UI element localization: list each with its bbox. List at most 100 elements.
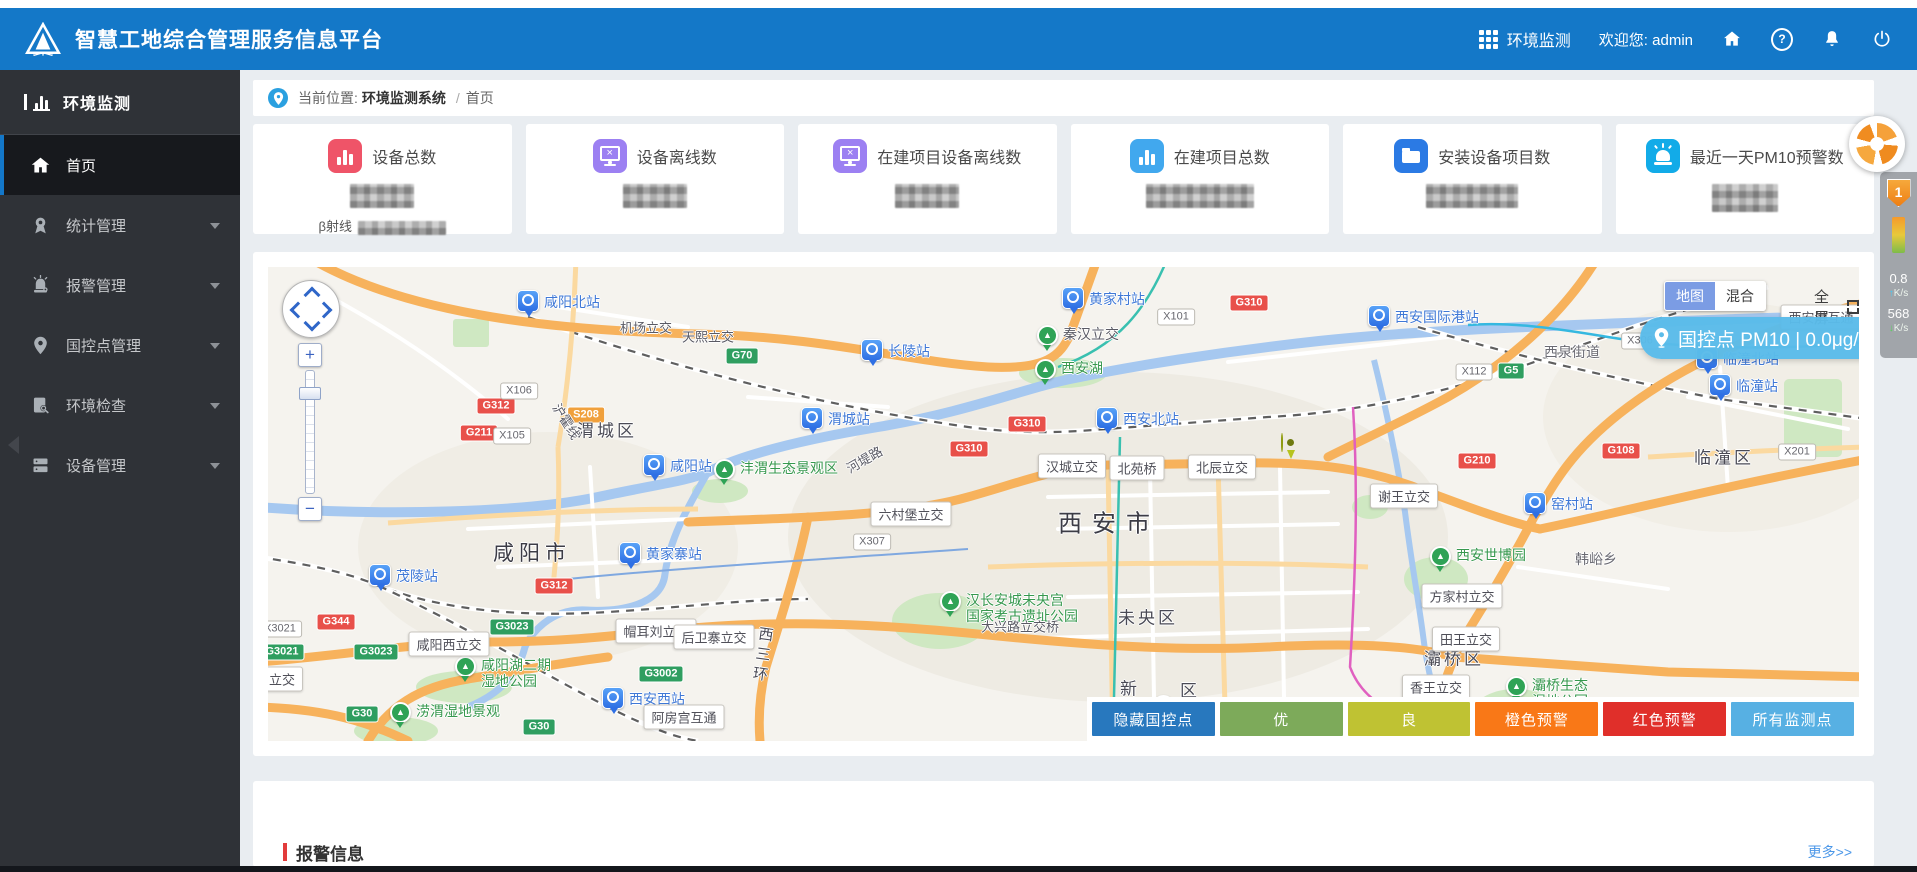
road-shield: G70 (725, 347, 759, 365)
location-pin-icon (268, 88, 288, 108)
map-label: 方家村立交 (1421, 583, 1503, 609)
rail-station-icon (369, 564, 391, 591)
national-control-pm10-tooltip[interactable]: 国控点 PM10 | 0.0μg/m3 (1640, 317, 1859, 359)
sidebar-item-alarm[interactable]: 报警管理 (0, 255, 240, 315)
sidebar-item-device[interactable]: 设备管理 (0, 435, 240, 495)
sidebar-item-home[interactable]: 首页 (0, 135, 240, 195)
excellent-button[interactable]: 优 (1219, 702, 1343, 736)
main-content: 当前位置: 环境监测系统 / 首页 设备总数 β射线 设备离线数 在建项目设备离线数 在… (240, 70, 1917, 866)
zoom-slider-handle[interactable] (299, 387, 321, 400)
shield-badge[interactable]: 1 (1886, 179, 1911, 207)
national-control-pm10-pin[interactable] (1281, 433, 1303, 464)
road-shield: X106 (500, 382, 538, 400)
rail-station-icon (1096, 407, 1118, 434)
folder-icon (1394, 139, 1429, 173)
pan-down-arrow-icon[interactable] (303, 314, 321, 332)
map-label: 后卫寨立交 (673, 624, 755, 650)
map-legend-buttons: 隐藏国控点优良橙色预警 红色预警 所有监测点 (1087, 697, 1859, 741)
station-marker[interactable]: 临潼站 (1709, 374, 1778, 401)
help-button[interactable]: ? (1771, 27, 1793, 51)
all-monitor-points-button[interactable]: 所有监测点 (1731, 702, 1854, 736)
park-pin-icon: ▲ (455, 656, 476, 682)
sidebar-item-env-inspection[interactable]: 环境检查 (0, 375, 240, 435)
doc-search-icon (30, 395, 51, 416)
place-label: 西安世博园 (1456, 547, 1526, 563)
pin-icon (30, 335, 51, 356)
place-marker[interactable]: ▲ 秦汉立交 (1037, 325, 1119, 351)
red-warning-button[interactable]: 红色预警 (1603, 702, 1727, 736)
more-link[interactable]: 更多>> (1808, 842, 1852, 862)
browser-extension-spiral-button[interactable] (1849, 116, 1905, 172)
logout-button[interactable] (1871, 28, 1893, 50)
map-type-map-button[interactable]: 地图 (1665, 282, 1715, 310)
road-shield: X105 (493, 427, 531, 445)
map-canvas[interactable]: 咸阳北站 黄家村站 西安国际港站 临潼北站 临潼站 长陵站 渭城站 西安北站 窑村站 咸阳站 黄家寨… (268, 267, 1859, 741)
map-label: 立交 (268, 666, 304, 692)
pan-left-arrow-icon[interactable] (289, 301, 307, 319)
place-marker[interactable]: ▲ 沣渭生态景观区 (714, 459, 838, 485)
zoom-in-button[interactable]: + (298, 343, 322, 367)
sidebar-item-statistics[interactable]: 统计管理 (0, 195, 240, 255)
orange-warning-button[interactable]: 橙色预警 (1475, 702, 1599, 736)
map-panel: 咸阳北站 黄家村站 西安国际港站 临潼北站 临潼站 长陵站 渭城站 西安北站 窑村站 咸阳站 黄家寨… (253, 252, 1874, 756)
station-marker[interactable]: 咸阳站 (643, 454, 712, 481)
station-marker[interactable]: 西安国际港站 (1368, 305, 1479, 332)
notifications-button[interactable] (1821, 28, 1843, 50)
rail-station-icon (1524, 492, 1546, 519)
alarm-section-title: 报警信息 (296, 844, 364, 864)
sidebar-item-national-control[interactable]: 国控点管理 (0, 315, 240, 375)
zoom-slider-track[interactable] (299, 370, 321, 494)
breadcrumb-system[interactable]: 环境监测系统 (362, 88, 446, 108)
park-pin-icon: ▲ (940, 591, 961, 617)
road-shield: G30 (345, 705, 379, 723)
place-label: 西安湖 (1061, 360, 1103, 376)
breadcrumb-current[interactable]: 首页 (466, 88, 494, 108)
station-label: 窑村站 (1551, 496, 1593, 512)
place-marker[interactable]: ▲ 西安世博园 (1430, 546, 1526, 572)
bar-chart-icon (33, 95, 51, 111)
map-label: 阿房宫互通 (643, 704, 725, 730)
home-button[interactable] (1721, 28, 1743, 50)
app-switcher[interactable]: 环境监测 (1478, 27, 1571, 51)
breadcrumb: 当前位置: 环境监测系统 / 首页 (253, 80, 1874, 116)
sidebar-collapse-handle[interactable] (8, 436, 19, 454)
monitor-x-icon (592, 139, 627, 173)
road-shield: G310 (949, 440, 989, 458)
place-marker[interactable]: ▲ 咸阳湖二期 湿地公园 (455, 656, 551, 689)
station-marker[interactable]: 黄家寨站 (619, 542, 702, 569)
chevron-down-icon (210, 403, 220, 409)
map-pan-control[interactable] (282, 280, 340, 338)
station-marker[interactable]: 长陵站 (861, 339, 930, 366)
masked-value (1426, 184, 1519, 208)
zoom-out-button[interactable]: − (298, 497, 322, 521)
pan-up-arrow-icon[interactable] (303, 286, 321, 304)
siren-icon (30, 274, 51, 296)
place-marker[interactable]: ▲ 涝渭湿地景观 (390, 702, 500, 728)
road-shield: G5 (1497, 362, 1525, 380)
place-marker[interactable]: ▲ 西安湖 (1035, 359, 1103, 385)
station-marker[interactable]: 黄家村站 (1062, 287, 1145, 314)
rail-station-icon (1709, 374, 1731, 401)
upload-speed: 0.8 ↑K/s (1888, 271, 1909, 299)
station-marker[interactable]: 茂陵站 (369, 564, 438, 591)
good-button[interactable]: 良 (1347, 702, 1471, 736)
sidebar-item-label: 国控点管理 (66, 337, 142, 355)
speed-monitor-rail[interactable]: 1 0.8 ↑K/s 568 ↓K/s (1880, 172, 1917, 358)
stat-card-label: 最近一天PM10预警数 (1689, 150, 1844, 167)
map-label: 临潼区 (1694, 448, 1754, 468)
map-label: 咸阳西立交 (408, 631, 490, 657)
map-type-hybrid-button[interactable]: 混合 (1715, 282, 1765, 310)
station-marker[interactable]: 咸阳北站 (517, 290, 600, 317)
hide-national-points-button[interactable]: 隐藏国控点 (1092, 702, 1215, 736)
park-pin-icon: ▲ (1035, 359, 1056, 385)
station-marker[interactable]: 窑村站 (1524, 492, 1593, 519)
stat-card-pm10-warnings: 最近一天PM10预警数 (1615, 124, 1874, 234)
pan-right-arrow-icon[interactable] (315, 301, 333, 319)
app-header: 智慧工地综合管理服务信息平台 环境监测 欢迎您: admin ? (0, 8, 1917, 70)
road-shield: G3002 (638, 665, 684, 683)
rail-station-icon (517, 290, 539, 317)
park-pin-icon: ▲ (1506, 676, 1527, 702)
station-marker[interactable]: 渭城站 (801, 407, 870, 434)
station-marker[interactable]: 西安北站 (1096, 407, 1179, 434)
stat-card-installed-projects: 安装设备项目数 (1343, 124, 1602, 234)
